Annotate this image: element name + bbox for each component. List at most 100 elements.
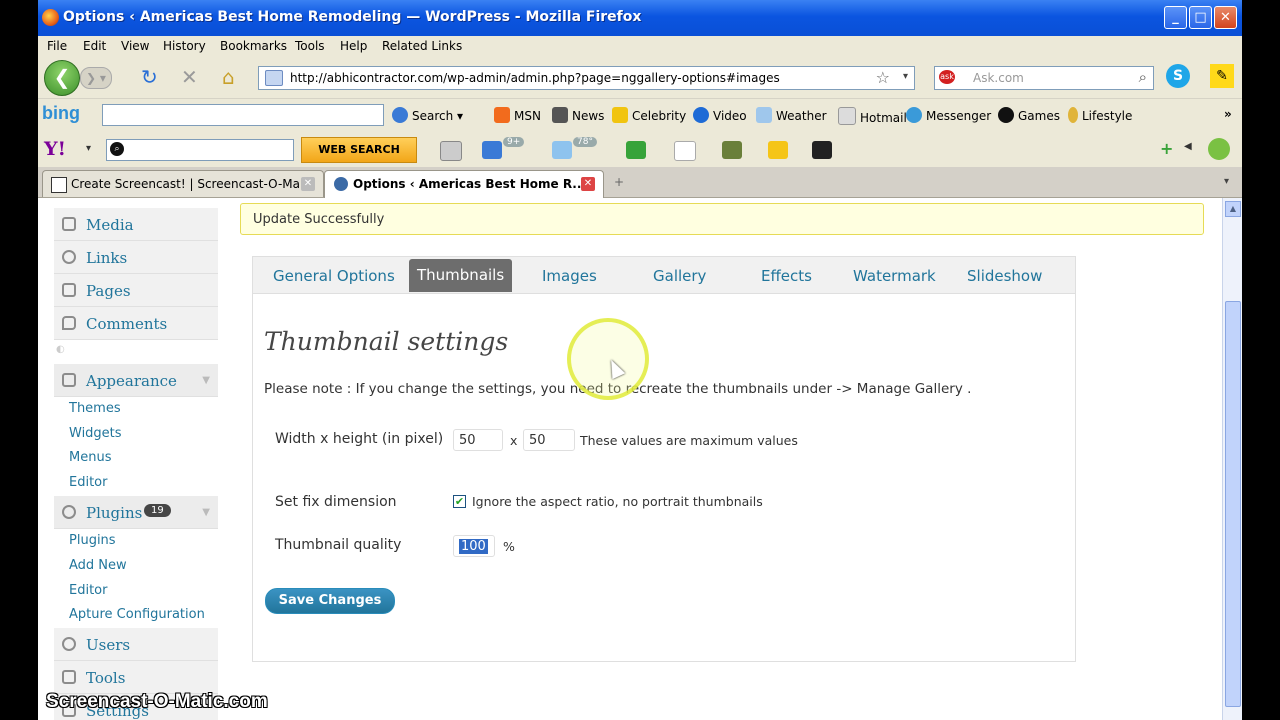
tab-list-chevron-icon[interactable]: ▾ bbox=[1224, 176, 1229, 187]
thumbnail-quality-input[interactable]: 100 bbox=[453, 535, 495, 557]
sidebar-subitem-add-new[interactable]: Add New bbox=[69, 558, 127, 573]
bing-search-input[interactable] bbox=[102, 104, 384, 126]
bing-msn[interactable]: MSN bbox=[494, 107, 541, 123]
sidebar-subitem-menus[interactable]: Menus bbox=[69, 450, 111, 465]
star-icon bbox=[612, 107, 628, 123]
bing-news[interactable]: News bbox=[552, 107, 604, 123]
bing-weather[interactable]: Weather bbox=[756, 107, 827, 123]
sidebar-subitem-editor[interactable]: Editor bbox=[69, 475, 107, 490]
tab-label: Options ‹ Americas Best Home R... bbox=[353, 177, 586, 191]
ebay-icon[interactable] bbox=[768, 141, 788, 159]
sidebar-item-users[interactable]: Users bbox=[54, 628, 218, 661]
menu-help[interactable]: Help bbox=[340, 39, 367, 53]
sidebar-item-comments[interactable]: Comments bbox=[54, 307, 218, 340]
sidebar-item-links[interactable]: Links bbox=[54, 241, 218, 274]
fix-dimension-checkbox[interactable]: ✔ bbox=[453, 495, 466, 508]
url-dropdown-icon[interactable]: ▾ bbox=[903, 71, 908, 82]
forward-button[interactable]: ❯ ▾ bbox=[80, 67, 112, 89]
bing-lifestyle[interactable]: Lifestyle bbox=[1068, 107, 1132, 123]
tab-close-icon[interactable]: ✕ bbox=[301, 177, 315, 191]
finance-icon[interactable] bbox=[626, 141, 646, 159]
sidebar-subitem-plugins[interactable]: Plugins bbox=[69, 533, 116, 548]
tab-create-screencast[interactable]: Create Screencast! | Screencast-O-Ma... … bbox=[42, 170, 324, 197]
search-box[interactable]: ask Ask.com ⌕ bbox=[934, 66, 1154, 90]
close-window-button[interactable]: ✕ bbox=[1214, 6, 1237, 29]
tab-gallery[interactable]: Gallery bbox=[653, 267, 706, 285]
new-tab-icon[interactable]: + bbox=[614, 175, 624, 189]
yahoo-logo[interactable]: Y! bbox=[44, 138, 66, 160]
web-search-button[interactable]: WEB SEARCH bbox=[301, 137, 417, 163]
sidebar-item-appearance[interactable]: Appearance ▼ bbox=[54, 364, 218, 397]
expand-arrow-icon[interactable]: ▼ bbox=[202, 507, 210, 518]
sidebar-item-tools[interactable]: Tools bbox=[54, 661, 218, 694]
scrollbar-thumb[interactable] bbox=[1225, 301, 1241, 707]
search-magnifier-icon[interactable]: ⌕ bbox=[1139, 68, 1147, 86]
bing-hotmail[interactable]: Hotmail bbox=[838, 107, 907, 125]
bing-more-chevron-icon[interactable]: » bbox=[1224, 107, 1232, 121]
url-bar[interactable]: http://abhicontractor.com/wp-admin/admin… bbox=[258, 66, 915, 90]
sidebar-subitem-plugin-editor[interactable]: Editor bbox=[69, 583, 107, 598]
home-icon[interactable]: ⌂ bbox=[222, 66, 235, 88]
tab-slideshow[interactable]: Slideshow bbox=[967, 267, 1042, 285]
back-button[interactable]: ❮ bbox=[44, 60, 80, 96]
sidebar-item-pages[interactable]: Pages bbox=[54, 274, 218, 307]
sidebar-item-plugins[interactable]: Plugins 19 ▼ bbox=[54, 496, 218, 529]
menu-history[interactable]: History bbox=[163, 39, 206, 53]
tab-effects[interactable]: Effects bbox=[761, 267, 812, 285]
add-button-icon[interactable]: + bbox=[1160, 139, 1173, 158]
plugins-icon bbox=[62, 505, 76, 519]
url-text[interactable]: http://abhicontractor.com/wp-admin/admin… bbox=[290, 71, 780, 85]
mail-icon[interactable] bbox=[482, 141, 502, 159]
yahoo-menu-chevron-icon[interactable]: ▾ bbox=[86, 143, 91, 154]
menu-tools[interactable]: Tools bbox=[295, 39, 325, 53]
menu-edit[interactable]: Edit bbox=[83, 39, 106, 53]
minimize-button[interactable]: _ bbox=[1164, 6, 1187, 29]
thumbnail-height-input[interactable]: 50 bbox=[523, 429, 575, 451]
menu-bookmarks[interactable]: Bookmarks bbox=[220, 39, 287, 53]
scroll-left-chevron-icon[interactable]: ◀ bbox=[1184, 141, 1192, 152]
sidebar-subitem-themes[interactable]: Themes bbox=[69, 401, 121, 416]
skype-icon[interactable]: S bbox=[1166, 64, 1190, 88]
recorder-watermark: Screencast-O-Matic.com bbox=[46, 691, 268, 712]
tab-close-icon[interactable]: ✕ bbox=[581, 177, 595, 191]
collapse-menu-icon[interactable]: ◐ bbox=[56, 344, 65, 355]
highlighter-icon[interactable]: ✎ bbox=[1210, 64, 1234, 88]
sidebar-subitem-apture-configuration[interactable]: Apture Configuration bbox=[69, 607, 205, 622]
bing-video[interactable]: Video bbox=[693, 107, 747, 123]
pages-icon bbox=[62, 283, 76, 297]
bing-games[interactable]: Games bbox=[998, 107, 1060, 123]
site-identity-icon[interactable] bbox=[265, 70, 283, 86]
reload-icon[interactable]: ↻ bbox=[141, 66, 158, 88]
settings-gear-icon[interactable] bbox=[1208, 138, 1230, 160]
amazon-icon[interactable] bbox=[812, 141, 832, 159]
bing-celebrity[interactable]: Celebrity bbox=[612, 107, 686, 123]
ask-engine-icon[interactable]: ask bbox=[939, 70, 955, 84]
menu-related-links[interactable]: Related Links bbox=[382, 39, 462, 53]
stop-icon[interactable]: ✕ bbox=[181, 66, 198, 88]
scroll-up-arrow-icon[interactable]: ▲ bbox=[1225, 201, 1241, 217]
tab-general-options[interactable]: General Options bbox=[273, 267, 395, 285]
sidebar-item-media[interactable]: Media bbox=[54, 208, 218, 241]
menu-view[interactable]: View bbox=[121, 39, 149, 53]
notepad-icon[interactable] bbox=[722, 141, 742, 159]
sidebar-subitem-widgets[interactable]: Widgets bbox=[69, 426, 122, 441]
maximize-button[interactable]: □ bbox=[1189, 6, 1212, 29]
weather-icon[interactable] bbox=[552, 141, 572, 159]
flickr-icon[interactable] bbox=[674, 141, 696, 161]
edit-icon[interactable] bbox=[440, 141, 462, 161]
tab-options[interactable]: Options ‹ Americas Best Home R... ✕ bbox=[324, 170, 604, 198]
save-changes-button[interactable]: Save Changes bbox=[265, 588, 395, 614]
tab-thumbnails[interactable]: Thumbnails bbox=[409, 259, 513, 292]
bookmark-star-icon[interactable]: ☆ bbox=[876, 68, 890, 87]
yahoo-search-input[interactable]: ⌕ bbox=[106, 139, 294, 161]
update-notice: Update Successfully bbox=[240, 203, 1204, 235]
page-scrollbar[interactable]: ▲ bbox=[1222, 198, 1242, 720]
tools-icon bbox=[62, 670, 76, 684]
thumbnail-width-input[interactable]: 50 bbox=[453, 429, 503, 451]
bing-search-button[interactable]: Search ▾ bbox=[392, 107, 463, 123]
menu-file[interactable]: File bbox=[47, 39, 67, 53]
bing-messenger[interactable]: Messenger bbox=[906, 107, 991, 123]
tab-images[interactable]: Images bbox=[542, 267, 597, 285]
expand-arrow-icon[interactable]: ▼ bbox=[202, 375, 210, 386]
tab-watermark[interactable]: Watermark bbox=[853, 267, 936, 285]
